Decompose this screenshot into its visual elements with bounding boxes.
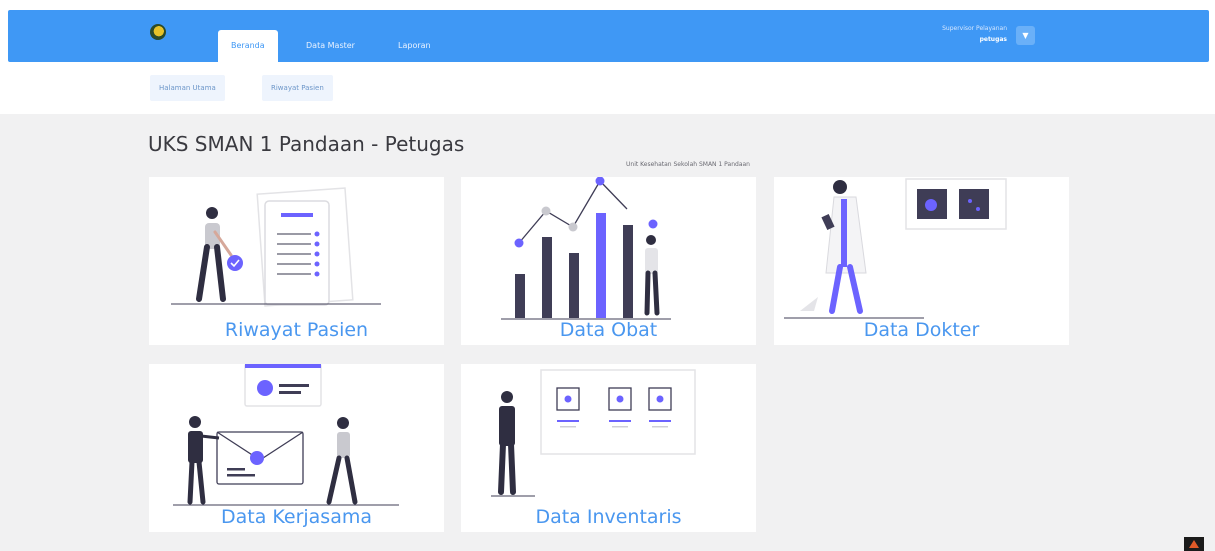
- card-label: Data Inventaris: [535, 506, 682, 528]
- card-label: Data Obat: [559, 319, 658, 341]
- card-data-obat[interactable]: Data Obat: [461, 177, 756, 345]
- user-menu[interactable]: Supervisor Pelayanan petugas ▼: [940, 25, 1035, 49]
- card-label: Data Kerjasama: [220, 506, 373, 528]
- card-label: Riwayat Pasien: [224, 319, 369, 341]
- card-data-inventaris[interactable]: Data Inventaris: [461, 364, 756, 532]
- nav-tab-laporan[interactable]: Laporan: [398, 30, 431, 62]
- subnav-halaman-utama[interactable]: Halaman Utama: [150, 75, 225, 101]
- card-data-kerjasama[interactable]: Data Kerjasama: [149, 364, 444, 532]
- card-riwayat-pasien[interactable]: Riwayat Pasien: [149, 177, 444, 345]
- user-name: Supervisor Pelayanan: [942, 25, 1007, 32]
- page-title: UKS SMAN 1 Pandaan - Petugas: [148, 132, 465, 156]
- card-data-dokter[interactable]: Data Dokter: [774, 177, 1069, 345]
- page-subtitle: Unit Kesehatan Sekolah SMAN 1 Pandaan: [626, 161, 750, 168]
- chevron-down-icon[interactable]: ▼: [1016, 26, 1035, 45]
- card-label: Data Dokter: [863, 319, 980, 341]
- nav-tab-data-master[interactable]: Data Master: [306, 30, 355, 62]
- school-emblem-icon[interactable]: [150, 24, 166, 40]
- warning-icon[interactable]: [1184, 537, 1204, 551]
- subnav-riwayat-pasien[interactable]: Riwayat Pasien: [262, 75, 333, 101]
- nav-tab-beranda[interactable]: Beranda: [218, 30, 278, 62]
- user-role: petugas: [979, 36, 1007, 43]
